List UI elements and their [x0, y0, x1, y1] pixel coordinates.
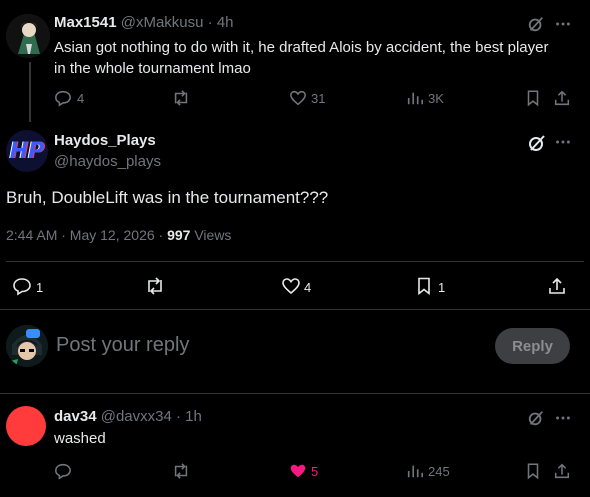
- grok-icon[interactable]: [526, 408, 546, 428]
- separator: ·: [176, 408, 181, 425]
- bookmark-icon[interactable]: [413, 275, 435, 297]
- like-icon[interactable]: [279, 275, 303, 297]
- handle[interactable]: @davxx34: [101, 408, 172, 425]
- post-text: washed: [54, 430, 106, 447]
- separator: ·: [207, 14, 213, 31]
- thread-line: [29, 62, 31, 122]
- views-icon[interactable]: [405, 461, 425, 481]
- like-count: 4: [304, 280, 312, 295]
- like-icon[interactable]: [288, 88, 308, 108]
- display-name[interactable]: dav34: [54, 408, 97, 425]
- timestamp[interactable]: 2:44 AM · May 12, 2026 ·: [6, 227, 167, 243]
- reply-count: 4: [77, 91, 85, 106]
- like-count: 5: [311, 464, 319, 479]
- avatar[interactable]: [6, 406, 46, 446]
- share-icon[interactable]: [546, 275, 568, 297]
- user-avatar[interactable]: [6, 325, 48, 367]
- share-icon[interactable]: [552, 88, 572, 108]
- views-count: 245: [428, 464, 450, 479]
- post-text: Asian got nothing to do with it, he draf…: [54, 37, 584, 79]
- timestamp[interactable]: 1h: [185, 408, 202, 425]
- display-name[interactable]: Max1541: [54, 14, 117, 31]
- reply-icon[interactable]: [53, 88, 73, 108]
- more-icon[interactable]: [553, 408, 573, 428]
- divider: [6, 261, 584, 262]
- repost-icon[interactable]: [170, 88, 192, 108]
- avatar[interactable]: [6, 14, 50, 58]
- reply-icon[interactable]: [53, 461, 73, 481]
- views-count: 3K: [428, 91, 444, 106]
- display-name[interactable]: Haydos_Plays: [54, 132, 156, 149]
- repost-icon[interactable]: [143, 275, 167, 297]
- like-count: 31: [311, 91, 326, 106]
- divider: [0, 309, 590, 310]
- post-text-line: Asian got nothing to do with it, he draf…: [54, 39, 549, 56]
- bookmark-count: 1: [438, 280, 446, 295]
- share-icon[interactable]: [552, 461, 572, 481]
- post-text-line: in the whole tournament lmao: [54, 60, 251, 77]
- post-metadata: 2:44 AM · May 12, 2026 · 997 Views: [6, 227, 231, 243]
- reply-button[interactable]: Reply: [495, 328, 570, 364]
- repost-icon[interactable]: [170, 461, 192, 481]
- like-icon-filled[interactable]: [288, 461, 308, 481]
- grok-icon[interactable]: [526, 132, 548, 154]
- divider: [0, 393, 590, 394]
- handle[interactable]: @haydos_plays: [54, 153, 161, 170]
- handle[interactable]: @xMakkusu: [121, 14, 204, 31]
- parent-post-header: Max1541 @xMakkusu · 4h: [54, 14, 234, 31]
- views-icon[interactable]: [405, 88, 425, 108]
- bookmark-icon[interactable]: [523, 88, 543, 108]
- grok-icon[interactable]: [526, 14, 546, 34]
- reply-count: 1: [36, 280, 44, 295]
- reply-post-header: dav34 @davxx34 · 1h: [54, 408, 202, 425]
- avatar-letters: HP: [9, 138, 45, 164]
- timestamp[interactable]: 4h: [217, 14, 234, 31]
- views-number: 997: [167, 227, 191, 243]
- more-icon[interactable]: [553, 132, 573, 152]
- bookmark-icon[interactable]: [523, 461, 543, 481]
- more-icon[interactable]: [553, 14, 573, 34]
- reply-icon[interactable]: [10, 275, 34, 297]
- views-label: Views: [190, 227, 232, 243]
- reply-input[interactable]: Post your reply: [56, 334, 189, 357]
- post-text: Bruh, DoubleLift was in the tournament??…: [6, 188, 329, 207]
- avatar[interactable]: HP: [6, 130, 48, 172]
